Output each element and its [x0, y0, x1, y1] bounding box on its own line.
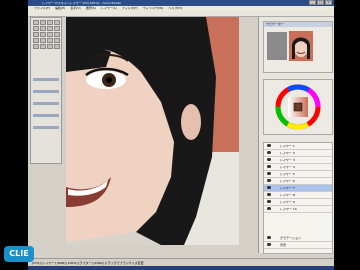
pencil-tool-icon[interactable] [40, 32, 46, 37]
layer-row[interactable]: レイヤー 5 [264, 171, 332, 178]
minimize-button[interactable]: _ [309, 0, 316, 5]
navigator-preview-left [267, 32, 287, 60]
text-tool-icon[interactable] [54, 38, 60, 43]
move-tool-icon[interactable] [33, 20, 39, 25]
layer-row[interactable]: レイヤー 4 [264, 164, 332, 171]
lasso-tool-icon[interactable] [40, 26, 46, 31]
ear [181, 104, 201, 140]
maximize-button[interactable]: □ [317, 0, 324, 5]
portrait-artwork [66, 17, 239, 245]
app-window: レイヤー 2/スキャンレイヤー 2/0 [100%] - ComicStudio… [28, 0, 334, 270]
tool-option-bar [33, 78, 59, 81]
tool-option-bar [33, 102, 59, 105]
window-title: レイヤー 2/スキャンレイヤー 2/0 [100%] - ComicStudio [42, 1, 122, 5]
eye-icon[interactable] [267, 151, 271, 154]
pen-tool-icon[interactable] [33, 32, 39, 37]
gradient-tool-icon[interactable] [47, 38, 53, 43]
eye-icon[interactable] [267, 172, 271, 175]
navigator-preview[interactable] [289, 31, 313, 61]
hand-tool-icon[interactable] [47, 20, 53, 25]
tool-option-bar [33, 126, 59, 129]
airbrush-tool-icon[interactable] [54, 32, 60, 37]
select-tool-icon[interactable] [33, 26, 39, 31]
layer-row[interactable]: レイヤー 2 [264, 150, 332, 157]
eye-icon[interactable] [267, 193, 271, 196]
fill-tool-icon[interactable] [40, 38, 46, 43]
navigator-panel: ナビゲーター [263, 21, 333, 73]
layer-row[interactable]: レイヤー 9 [264, 199, 332, 206]
blur-tool-icon[interactable] [47, 44, 53, 49]
eye-icon[interactable] [267, 165, 271, 168]
layer-row[interactable]: レイヤー 10 [264, 206, 332, 213]
eye-icon[interactable] [267, 236, 271, 239]
brush-tool-icon[interactable] [47, 32, 53, 37]
wand-tool-icon[interactable] [47, 26, 53, 31]
line-tool-icon[interactable] [33, 44, 39, 49]
eye-icon[interactable] [267, 179, 271, 182]
zoom-tool-icon[interactable] [40, 20, 46, 25]
tool-option-bar [33, 114, 59, 117]
eye-icon[interactable] [267, 144, 271, 147]
navigator-title: ナビゲーター [264, 22, 332, 27]
eye-icon[interactable] [267, 243, 271, 246]
tool-option-bar [33, 90, 59, 93]
current-color-swatch [293, 102, 303, 112]
eyedropper-tool-icon[interactable] [54, 26, 60, 31]
taskbar [28, 266, 334, 270]
close-button[interactable]: × [325, 0, 332, 5]
tool-palette [30, 17, 62, 164]
layer-row[interactable]: レイヤー 8 [264, 192, 332, 199]
layer-row[interactable]: レイヤー 6 [264, 178, 332, 185]
smudge-tool-icon[interactable] [54, 44, 60, 49]
rotate-tool-icon[interactable] [54, 20, 60, 25]
eye-icon[interactable] [267, 200, 271, 203]
color-panel [263, 79, 333, 135]
layer-row[interactable]: 背景 [264, 242, 332, 249]
layer-row[interactable]: レイヤー 3 [264, 157, 332, 164]
layer-row[interactable]: グラデーション [264, 235, 332, 242]
layer-row-selected[interactable]: レイヤー 7 [264, 185, 332, 192]
clie-logo: CLIE [4, 246, 34, 262]
shape-tool-icon[interactable] [40, 44, 46, 49]
layer-panel: レイヤー 1 レイヤー 2 レイヤー 3 レイヤー 4 レイヤー 5 レイヤー … [263, 142, 333, 254]
eraser-tool-icon[interactable] [33, 38, 39, 43]
eye-icon[interactable] [267, 186, 271, 189]
layer-row[interactable]: レイヤー 1 [264, 143, 332, 150]
eye-icon[interactable] [267, 158, 271, 161]
drawing-canvas[interactable] [66, 17, 239, 245]
eye-icon[interactable] [267, 207, 271, 210]
right-panel: ナビゲーター レイヤー 1 レイヤー 2 レイヤー 3 レイヤー 4 レイヤー … [258, 17, 334, 254]
